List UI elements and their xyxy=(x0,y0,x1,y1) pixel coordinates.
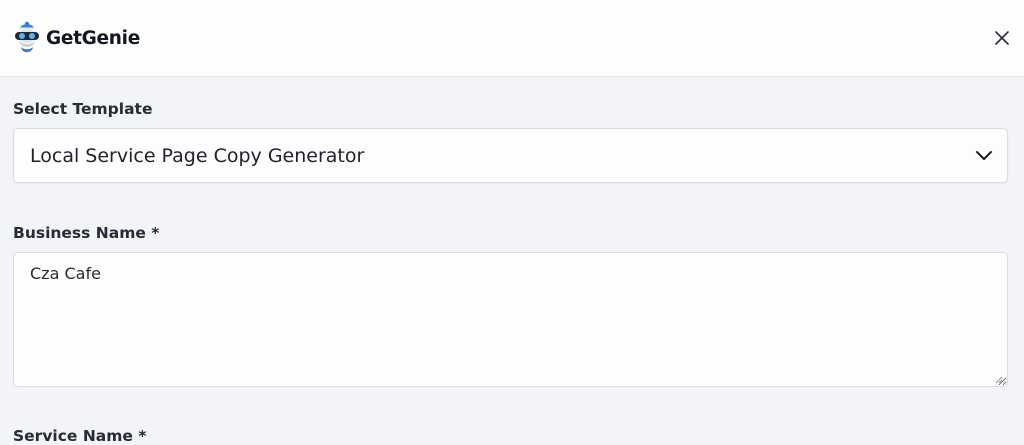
getgenie-logo: GetGenie xyxy=(12,20,140,56)
chevron-down-icon xyxy=(976,151,992,160)
brand-name: GetGenie xyxy=(46,27,140,49)
close-icon xyxy=(995,31,1009,45)
business-name-label: Business Name * xyxy=(13,224,160,242)
business-name-field[interactable] xyxy=(13,252,1008,387)
genie-mascot-icon xyxy=(15,21,39,53)
template-label: Select Template xyxy=(13,100,153,118)
template-select[interactable]: Local Service Page Copy Generator xyxy=(13,128,1008,183)
service-name-label: Service Name * xyxy=(13,427,147,445)
template-selected-value: Local Service Page Copy Generator xyxy=(30,145,365,167)
close-button[interactable] xyxy=(988,24,1016,52)
modal-header: GetGenie xyxy=(0,0,1024,77)
